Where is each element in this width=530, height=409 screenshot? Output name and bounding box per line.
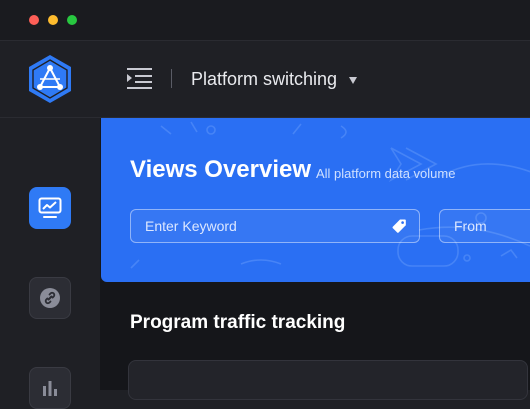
window-close-button[interactable] <box>29 15 39 25</box>
bar-chart-icon <box>43 381 57 396</box>
main-content: Views Overview All platform data volume … <box>100 118 530 400</box>
hexagon-network-logo-icon <box>29 55 71 103</box>
menu-indent-icon[interactable] <box>127 66 154 90</box>
sidebar-item-overview[interactable] <box>29 187 71 229</box>
banner-subtitle: All platform data volume <box>316 166 456 181</box>
trend-monitor-icon <box>38 197 62 218</box>
sidebar-item-statistics[interactable] <box>29 367 71 409</box>
banner-pattern-decoration <box>130 121 530 269</box>
link-icon <box>40 288 60 308</box>
banner-title: Views Overview <box>130 156 312 183</box>
from-label: From <box>454 218 487 234</box>
overview-banner: Views Overview All platform data volume … <box>101 118 530 282</box>
sidebar <box>0 118 100 409</box>
sidebar-item-links[interactable] <box>29 277 71 319</box>
traffic-tracking-panel <box>128 360 528 400</box>
platform-switch-dropdown[interactable]: Platform switching <box>191 67 358 91</box>
header-divider <box>171 69 172 88</box>
keyword-search-field <box>130 209 420 243</box>
window-minimize-button[interactable] <box>48 15 58 25</box>
app-header: Platform switching <box>0 41 530 118</box>
from-date-field[interactable]: From <box>439 209 530 243</box>
keyword-input[interactable] <box>131 210 385 242</box>
tag-icon[interactable] <box>391 218 407 234</box>
window-maximize-button[interactable] <box>67 15 77 25</box>
section-title: Program traffic tracking <box>130 312 346 333</box>
window-titlebar <box>0 0 530 41</box>
caret-down-icon <box>349 76 358 84</box>
platform-switch-label: Platform switching <box>191 68 338 89</box>
